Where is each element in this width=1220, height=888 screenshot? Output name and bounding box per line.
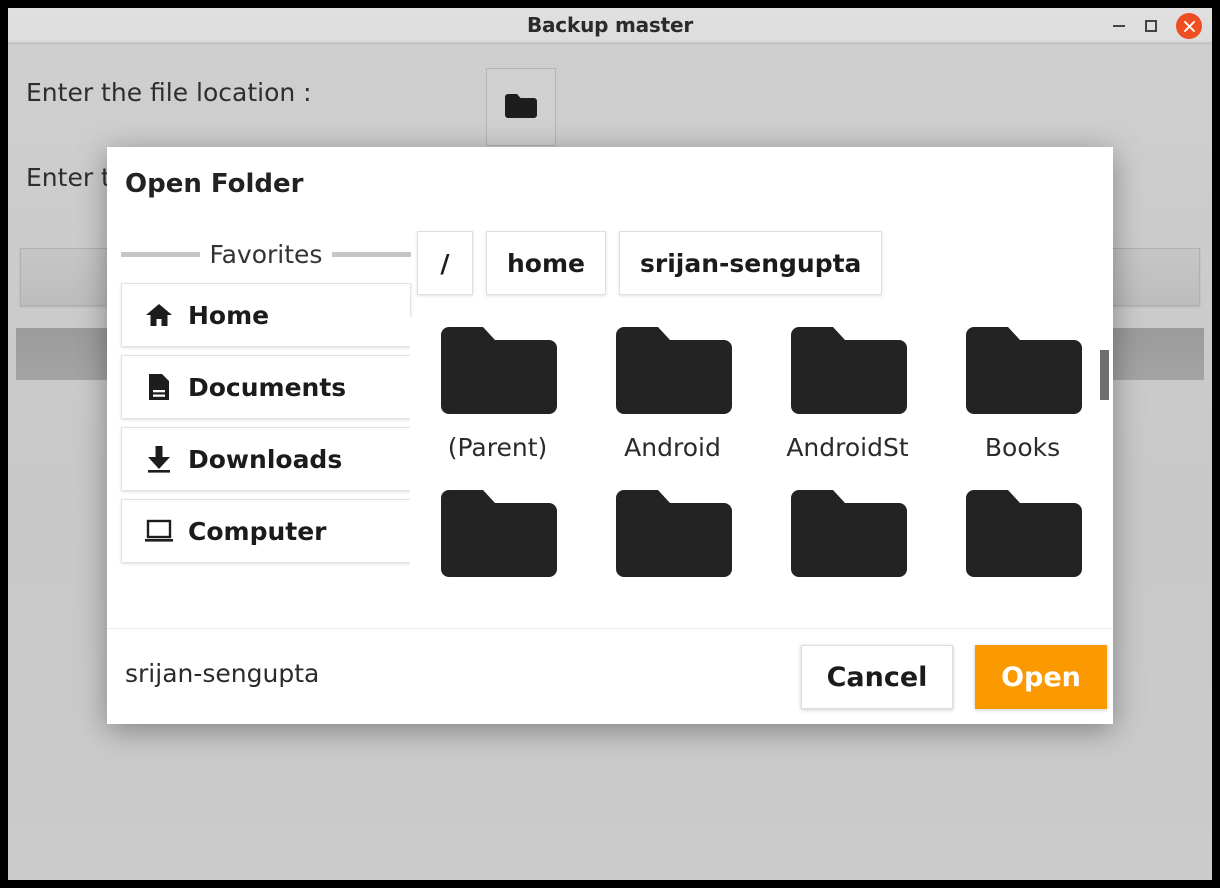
breadcrumb-item-root[interactable]: /	[417, 231, 473, 295]
sidebar-item-documents[interactable]: Documents	[121, 355, 411, 419]
file-item[interactable]	[935, 486, 1110, 596]
sidebar-item-downloads[interactable]: Downloads	[121, 427, 411, 491]
dialog-footer: srijan-sengupta Cancel Open	[107, 628, 1113, 724]
sidebar-item-downloads-label: Downloads	[188, 444, 343, 474]
minimize-button[interactable]	[1106, 13, 1132, 39]
document-icon	[144, 372, 174, 402]
breadcrumb-item-home[interactable]: home	[486, 231, 606, 295]
window-titlebar: Backup master	[8, 8, 1212, 44]
dialog-title: Open Folder	[125, 169, 304, 199]
open-button[interactable]: Open	[975, 645, 1107, 709]
download-icon	[144, 444, 174, 474]
file-item[interactable]	[410, 486, 585, 596]
computer-icon	[144, 516, 174, 546]
favorites-label: Favorites	[209, 239, 323, 269]
file-item[interactable]: Books	[935, 323, 1110, 462]
open-folder-dialog: Open Folder Favorites Home Documents Dow…	[107, 147, 1113, 724]
minimize-icon	[1113, 25, 1125, 27]
divider-left	[121, 251, 200, 257]
close-button[interactable]	[1176, 13, 1202, 39]
folder-icon	[615, 490, 732, 577]
sidebar-item-home-label: Home	[188, 300, 270, 330]
folder-icon	[440, 490, 557, 577]
sidebar-item-home[interactable]: Home	[121, 283, 411, 347]
file-item[interactable]: Android	[585, 323, 760, 462]
sidebar-item-documents-label: Documents	[188, 372, 347, 402]
folder-icon	[790, 490, 907, 577]
file-item-label: Books	[984, 433, 1061, 462]
file-item[interactable]: AndroidSt	[760, 323, 935, 462]
breadcrumb: / home srijan-sengupta	[417, 231, 883, 295]
file-item-label: Android	[624, 433, 721, 462]
file-item-label: (Parent)	[447, 433, 548, 462]
close-icon	[1183, 20, 1195, 32]
window-title: Backup master	[526, 13, 694, 37]
current-path-label: srijan-sengupta	[125, 659, 320, 688]
divider-right	[332, 251, 411, 257]
file-item-label: AndroidSt	[786, 433, 909, 462]
file-item[interactable]	[760, 486, 935, 596]
favorites-sidebar: Favorites Home Documents Downloads Compu…	[121, 237, 411, 571]
application-window: Backup master Enter the file location : …	[8, 8, 1212, 880]
folder-icon	[440, 327, 557, 414]
file-list[interactable]: (Parent) Android AndroidSt Books	[410, 317, 1110, 665]
home-icon	[144, 300, 174, 330]
file-location-label: Enter the file location :	[26, 78, 312, 107]
maximize-icon	[1145, 20, 1157, 32]
file-list-scrollbar-thumb[interactable]	[1100, 350, 1109, 400]
maximize-button[interactable]	[1138, 13, 1164, 39]
folder-icon	[965, 490, 1082, 577]
sidebar-item-computer[interactable]: Computer	[121, 499, 411, 563]
favorites-section-header: Favorites	[121, 237, 411, 271]
breadcrumb-item-user[interactable]: srijan-sengupta	[618, 231, 883, 295]
sidebar-item-computer-label: Computer	[188, 516, 327, 546]
folder-icon	[505, 94, 537, 118]
folder-icon	[790, 327, 907, 414]
file-item[interactable]	[585, 486, 760, 596]
browse-input-folder-button[interactable]	[486, 68, 556, 146]
file-item[interactable]: (Parent)	[410, 323, 585, 462]
folder-icon	[965, 327, 1082, 414]
folder-icon	[615, 327, 732, 414]
cancel-button[interactable]: Cancel	[801, 645, 953, 709]
